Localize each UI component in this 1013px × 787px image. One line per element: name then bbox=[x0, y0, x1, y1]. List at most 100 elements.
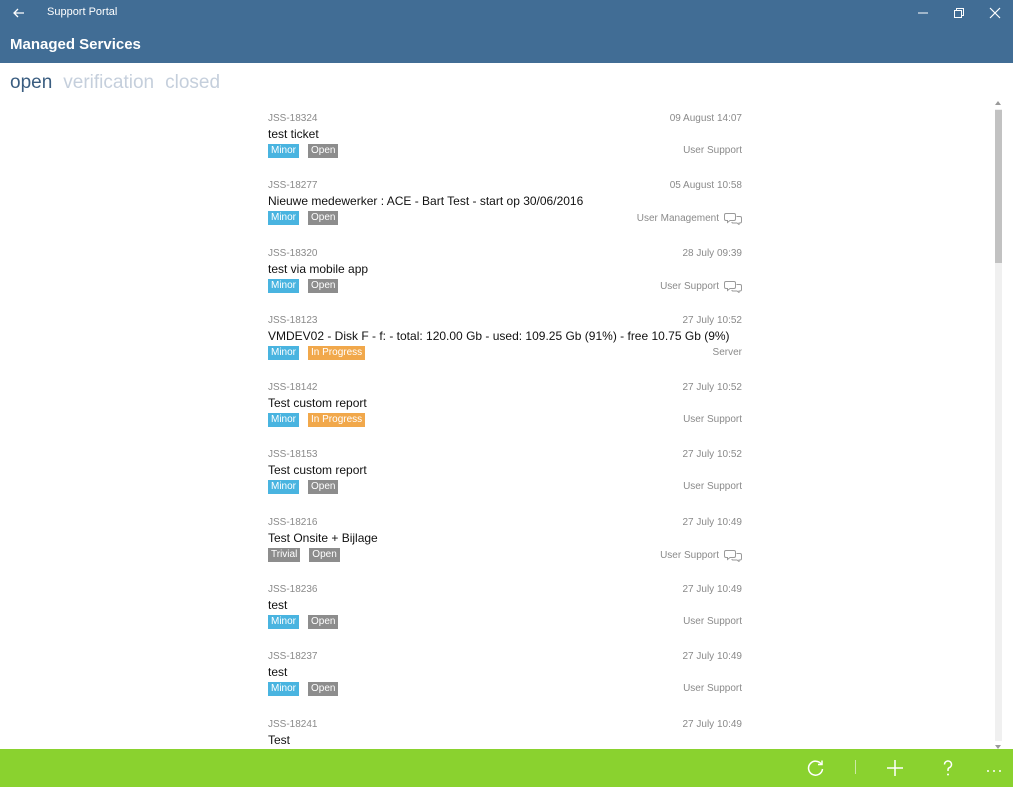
priority-badge: Minor bbox=[268, 211, 300, 226]
ticket-badges: Minor In Progress bbox=[268, 413, 366, 428]
ticket-date: 28 July 09:39 bbox=[682, 247, 743, 259]
tab-open[interactable]: open bbox=[10, 72, 52, 98]
status-badge: In Progress bbox=[308, 413, 366, 428]
ticket-title: Nieuwe medewerker : ACE - Bart Test - st… bbox=[268, 194, 584, 209]
ticket-title: test ticket bbox=[268, 127, 319, 141]
status-badge: In Progress bbox=[308, 345, 366, 360]
ticket-list-item[interactable]: JSS-18237 27 July 10:49 test Minor Open User … bbox=[268, 649, 744, 716]
minimize-icon bbox=[918, 12, 928, 14]
ticket-category-label: User Support bbox=[683, 145, 742, 156]
tab-verification[interactable]: verification bbox=[63, 72, 154, 98]
page-title: Managed Services bbox=[10, 36, 141, 53]
ticket-category-label: Server bbox=[712, 346, 742, 358]
ticket-list: JSS-18324 09 August 14:07 test ticket Minor… bbox=[268, 111, 744, 748]
ticket-id: JSS-18277 bbox=[268, 180, 318, 192]
back-button[interactable] bbox=[10, 4, 28, 22]
ticket-title: Test Onsite + Bijlage bbox=[268, 530, 378, 545]
ticket-badges: Trivial Open bbox=[268, 547, 340, 562]
ticket-category: User Management bbox=[636, 212, 742, 226]
ticket-title: test via mobile app bbox=[268, 261, 369, 276]
scrollbar-thumb[interactable] bbox=[995, 110, 1002, 263]
priority-badge: Minor bbox=[268, 413, 300, 428]
status-badge: Open bbox=[308, 211, 339, 226]
comments-icon bbox=[724, 212, 742, 226]
ticket-date: 27 July 10:52 bbox=[682, 449, 743, 461]
ticket-id: JSS-18142 bbox=[268, 382, 318, 394]
ticket-list-item[interactable]: JSS-18236 27 July 10:49 test Minor Open User … bbox=[268, 582, 744, 649]
ticket-list-item[interactable]: JSS-18123 27 July 10:52 VMDEV02 - Disk F -… bbox=[268, 313, 744, 380]
add-icon bbox=[887, 760, 903, 776]
status-badge: Open bbox=[308, 480, 339, 495]
ticket-id: JSS-18241 bbox=[268, 718, 318, 730]
ticket-id: JSS-18237 bbox=[268, 651, 318, 663]
close-icon bbox=[989, 7, 1001, 19]
restore-button[interactable] bbox=[941, 0, 977, 26]
ticket-date: 27 July 10:52 bbox=[682, 314, 743, 326]
close-button[interactable] bbox=[977, 0, 1013, 26]
ticket-category-label: User Support bbox=[683, 616, 742, 628]
status-badge: Open bbox=[308, 144, 339, 158]
ticket-category: User Support bbox=[683, 481, 742, 492]
arrow-left-icon bbox=[13, 8, 24, 18]
ticket-category-label: User Support bbox=[683, 414, 742, 426]
ticket-badges: Minor Open bbox=[268, 278, 339, 293]
add-button[interactable] bbox=[883, 756, 907, 780]
ticket-category-label: User Support bbox=[683, 683, 742, 695]
ticket-badges: Minor Open bbox=[268, 480, 339, 495]
appbar-separator bbox=[855, 760, 856, 774]
app-title: Support Portal bbox=[47, 6, 118, 18]
minimize-button[interactable] bbox=[905, 0, 941, 26]
status-badge: Open bbox=[308, 278, 339, 293]
more-button[interactable] bbox=[982, 756, 1006, 780]
ticket-category: Server bbox=[713, 347, 742, 358]
scrollbar-track[interactable] bbox=[995, 109, 1002, 741]
priority-badge: Minor bbox=[268, 682, 300, 697]
ticket-list-item[interactable]: JSS-18320 28 July 09:39 test via mobile ap… bbox=[268, 246, 744, 313]
ticket-badges: Minor Open bbox=[268, 615, 339, 630]
ticket-category: User Support bbox=[683, 683, 742, 694]
ticket-title: Test custom report bbox=[268, 396, 367, 411]
ticket-list-item[interactable]: JSS-18324 09 August 14:07 test ticket Minor… bbox=[268, 111, 744, 178]
ticket-badges: Minor Open bbox=[268, 211, 339, 226]
status-badge: Open bbox=[309, 547, 340, 562]
help-icon bbox=[943, 760, 953, 776]
ticket-id: JSS-18236 bbox=[268, 584, 318, 596]
ticket-id: JSS-18123 bbox=[268, 314, 318, 326]
priority-badge: Minor bbox=[268, 278, 300, 293]
ticket-category: User Support bbox=[683, 616, 742, 627]
ticket-id: JSS-18153 bbox=[268, 449, 318, 461]
ticket-category: User Support bbox=[660, 280, 742, 294]
ticket-title: Test custom report bbox=[268, 463, 367, 478]
tab-closed[interactable]: closed bbox=[165, 72, 220, 98]
priority-badge: Minor bbox=[268, 345, 300, 360]
ticket-list-item[interactable]: JSS-1824127 July 10:49TestMinorOpen bbox=[268, 717, 744, 748]
ticket-list-item[interactable]: JSS-18153 27 July 10:52 Test custom report… bbox=[268, 447, 744, 514]
scroll-up-arrow[interactable] bbox=[995, 101, 1001, 105]
more-icon bbox=[987, 770, 1001, 772]
title-bar: Support Portal bbox=[0, 0, 1013, 26]
ticket-category: User Support bbox=[660, 549, 742, 563]
scrollbar[interactable] bbox=[994, 100, 1003, 750]
ticket-title: VMDEV02 - Disk F - f: - total: 120.00 Gb… bbox=[268, 328, 730, 343]
ticket-title: Test bbox=[268, 732, 291, 747]
ticket-date: 27 July 10:49 bbox=[682, 516, 743, 528]
ticket-list-item[interactable]: JSS-18142 27 July 10:52 Test custom report… bbox=[268, 380, 744, 447]
ticket-badges: Minor Open bbox=[268, 682, 339, 697]
ticket-date: 09 August 14:07 bbox=[669, 113, 742, 124]
ticket-title: test bbox=[268, 598, 288, 613]
ticket-list-item[interactable]: JSS-18277 05 August 10:58 Nieuwe medewerke… bbox=[268, 178, 744, 245]
priority-badge: Minor bbox=[268, 615, 300, 630]
refresh-button[interactable] bbox=[804, 756, 828, 780]
refresh-icon bbox=[807, 760, 824, 776]
help-button[interactable] bbox=[936, 756, 960, 780]
ticket-date: 27 July 10:49 bbox=[682, 718, 743, 730]
ticket-date: 27 July 10:52 bbox=[682, 382, 743, 394]
ticket-category-label: User Management bbox=[636, 213, 719, 225]
status-badge: Open bbox=[308, 682, 339, 697]
ticket-date: 27 July 10:49 bbox=[682, 584, 743, 596]
ticket-id: JSS-18324 bbox=[268, 113, 318, 124]
ticket-list-item[interactable]: JSS-18216 27 July 10:49 Test Onsite + Bijl… bbox=[268, 515, 744, 582]
ticket-category-label: User Support bbox=[660, 280, 719, 292]
priority-badge: Minor bbox=[268, 144, 300, 158]
priority-badge: Minor bbox=[268, 480, 300, 495]
